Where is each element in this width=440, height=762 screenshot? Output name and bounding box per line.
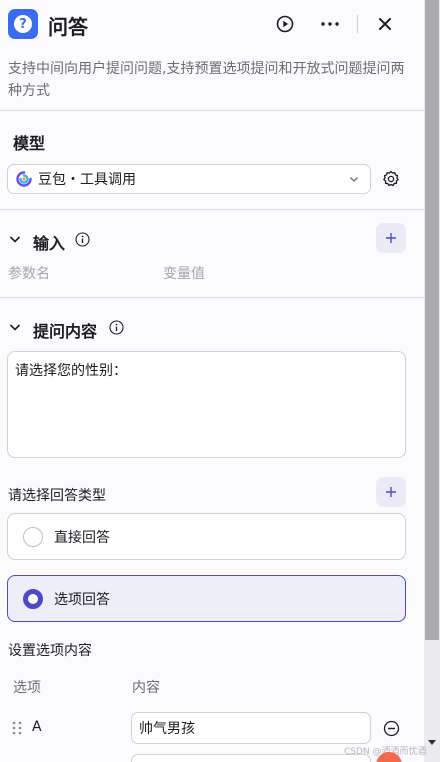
- plus-icon: [386, 233, 396, 243]
- chevron-down-icon: [350, 177, 358, 182]
- divider: [0, 297, 424, 298]
- vertical-scrollbar[interactable]: [424, 0, 440, 762]
- option-key: A: [32, 719, 42, 735]
- model-select[interactable]: 豆包・工具调用: [7, 164, 371, 194]
- scrollbar-thumb[interactable]: [425, 0, 439, 640]
- column-header-content: 内容: [132, 680, 160, 696]
- options-setting-label: 设置选项内容: [8, 643, 92, 659]
- panel-header: ? 问答: [0, 0, 424, 50]
- question-icon: ?: [8, 9, 38, 39]
- info-icon[interactable]: [109, 320, 124, 335]
- input-section-title: 输入: [33, 234, 66, 253]
- minus-circle-icon[interactable]: [383, 720, 400, 737]
- radio-option-answer[interactable]: 选项回答: [7, 575, 406, 622]
- answer-type-label: 请选择回答类型: [8, 488, 106, 504]
- question-section-title: 提问内容: [33, 322, 98, 341]
- option-row: A: [0, 712, 424, 744]
- close-icon: [379, 18, 391, 30]
- divider: [0, 110, 424, 111]
- radio-label: 选项回答: [54, 591, 110, 608]
- add-answer-type-button[interactable]: [376, 477, 406, 507]
- header-separator: [357, 15, 358, 33]
- question-node-panel: ? 问答 支持中间向用户提问问题,支持预置选项提问和开放式问题提问两种方式 模型: [0, 0, 424, 762]
- gear-icon: [383, 170, 399, 187]
- radio-circle-checked: [23, 588, 43, 609]
- question-collapse-chevron-icon[interactable]: [8, 320, 22, 334]
- radio-label: 直接回答: [54, 529, 110, 546]
- divider: [0, 209, 424, 210]
- model-select-value: 豆包・工具调用: [38, 172, 136, 188]
- drag-handle-icon[interactable]: [11, 720, 23, 736]
- add-input-button[interactable]: [376, 223, 406, 253]
- question-content-textarea[interactable]: 请选择您的性别：: [7, 351, 406, 458]
- model-section-title: 模型: [13, 134, 46, 153]
- play-circle-icon: [276, 15, 294, 33]
- close-button[interactable]: [373, 12, 397, 36]
- info-icon[interactable]: [75, 232, 90, 247]
- option-content-input[interactable]: [131, 712, 371, 744]
- more-button[interactable]: [318, 12, 342, 36]
- column-header-option: 选项: [13, 680, 41, 696]
- more-dots-icon: [321, 22, 339, 26]
- page-title: 问答: [48, 15, 88, 39]
- input-collapse-chevron-icon[interactable]: [8, 232, 22, 246]
- plus-icon: [386, 487, 396, 497]
- radio-circle: [23, 526, 43, 547]
- run-button[interactable]: [273, 12, 297, 36]
- column-header-param-name: 参数名: [8, 266, 50, 282]
- scroll-down-arrow-icon[interactable]: [428, 740, 436, 745]
- column-header-variable-value: 变量值: [163, 266, 205, 282]
- doubao-model-icon: [16, 171, 32, 187]
- model-settings-button[interactable]: [381, 169, 401, 189]
- radio-direct-answer[interactable]: 直接回答: [7, 513, 406, 560]
- option-content-input-next[interactable]: [131, 754, 371, 762]
- node-description: 支持中间向用户提问问题,支持预置选项提问和开放式问题提问两种方式: [8, 61, 405, 99]
